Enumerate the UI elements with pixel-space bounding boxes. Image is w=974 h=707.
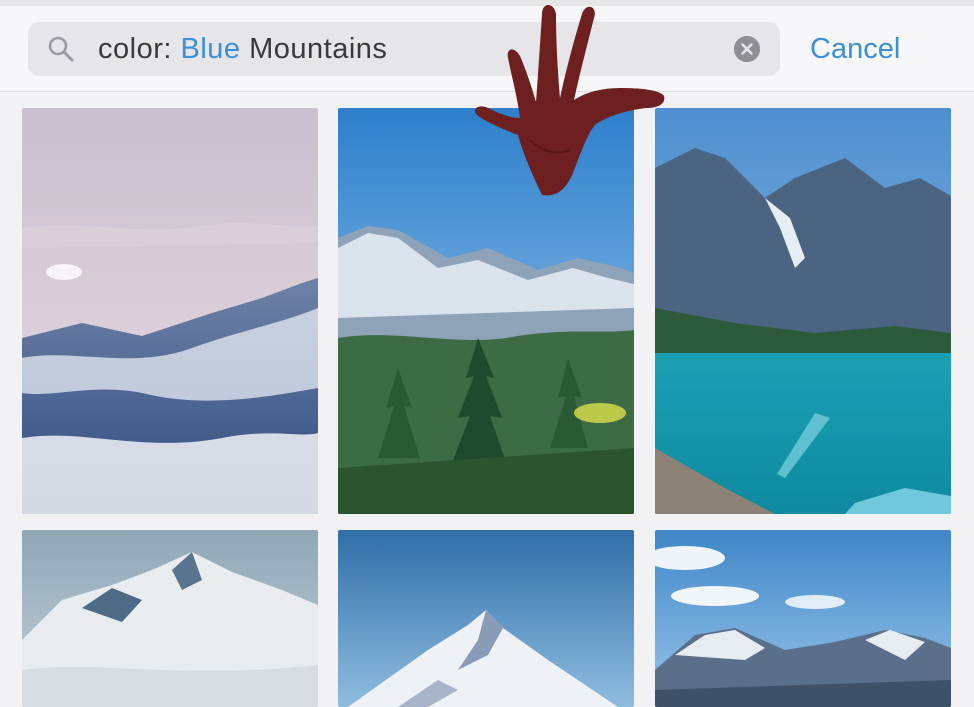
result-photo-2[interactable] <box>338 108 634 514</box>
query-color-token[interactable]: Blue <box>180 33 240 65</box>
search-field[interactable]: color: Blue Mountains <box>28 22 780 76</box>
cancel-button[interactable]: Cancel <box>810 22 900 76</box>
query-prefix: color: <box>98 33 172 65</box>
search-bar: color: Blue Mountains Cancel <box>0 6 974 92</box>
results-grid <box>0 92 974 707</box>
result-photo-6[interactable] <box>655 530 951 707</box>
result-photo-5[interactable] <box>338 530 634 707</box>
query-text: Mountains <box>249 33 388 65</box>
result-photo-1[interactable] <box>22 108 318 514</box>
result-photo-3[interactable] <box>655 108 951 514</box>
clear-circle-icon[interactable] <box>734 36 760 62</box>
search-query[interactable]: color: Blue Mountains <box>98 22 387 76</box>
magnifier-icon <box>46 34 76 64</box>
result-photo-4[interactable] <box>22 530 318 707</box>
